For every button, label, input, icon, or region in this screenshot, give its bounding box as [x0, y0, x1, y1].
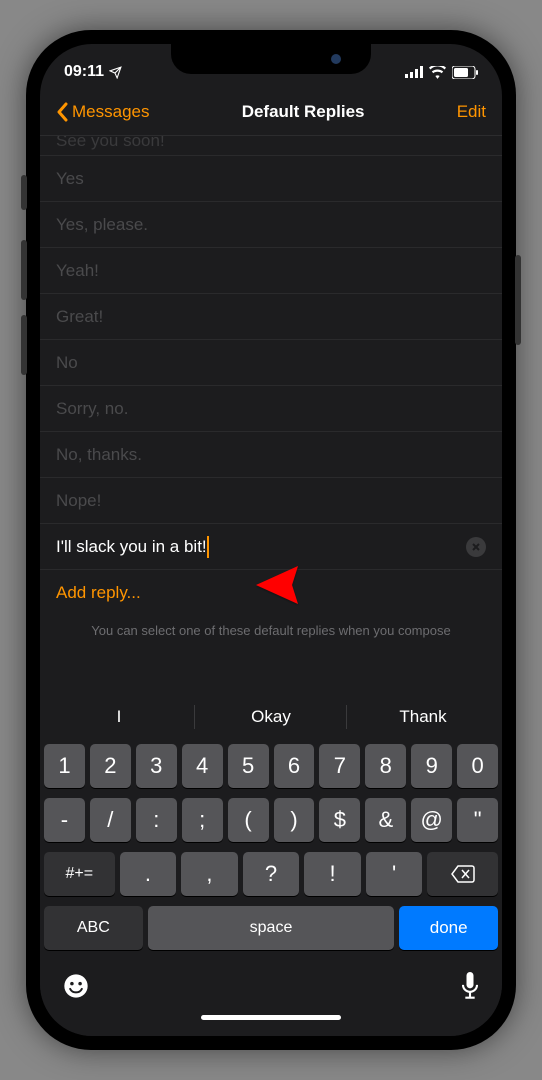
key-space[interactable]: space [148, 906, 395, 950]
key-row-2: - / : ; ( ) $ & @ " [44, 798, 498, 842]
key-at[interactable]: @ [411, 798, 452, 842]
key-dollar[interactable]: $ [319, 798, 360, 842]
key-colon[interactable]: : [136, 798, 177, 842]
footer-help-text: You can select one of these default repl… [40, 616, 502, 642]
battery-icon [452, 66, 478, 79]
volume-down [21, 315, 27, 375]
list-item[interactable]: No [40, 340, 502, 386]
edit-button[interactable]: Edit [457, 102, 486, 122]
key-symbols-shift[interactable]: #+= [44, 852, 115, 896]
key-quote[interactable]: " [457, 798, 498, 842]
suggestion-item[interactable]: Okay [195, 697, 347, 737]
emoji-button[interactable] [62, 972, 90, 1007]
close-icon [471, 542, 481, 552]
cellular-signal-icon [405, 66, 423, 78]
key-apostrophe[interactable]: ' [366, 852, 423, 896]
mute-switch [21, 175, 27, 210]
backspace-icon [451, 865, 475, 883]
list-item[interactable]: Yes, please. [40, 202, 502, 248]
back-button[interactable]: Messages [56, 102, 149, 122]
key-question[interactable]: ? [243, 852, 300, 896]
text-cursor [207, 536, 209, 558]
key-dash[interactable]: - [44, 798, 85, 842]
phone-frame: 09:11 Messages [26, 30, 516, 1050]
key-0[interactable]: 0 [457, 744, 498, 788]
replies-list: See you soon! Yes Yes, please. Yeah! Gre… [40, 136, 502, 642]
volume-up [21, 240, 27, 300]
reply-input: I'll slack you in a bit! [56, 536, 209, 558]
key-row-4: ABC space done [44, 906, 498, 950]
list-item[interactable]: See you soon! [40, 136, 502, 156]
clear-text-button[interactable] [466, 537, 486, 557]
key-rparen[interactable]: ) [274, 798, 315, 842]
page-title: Default Replies [242, 102, 365, 122]
list-item[interactable]: Yes [40, 156, 502, 202]
location-arrow-icon [109, 66, 122, 79]
mic-icon [460, 972, 480, 1000]
list-item[interactable]: Great! [40, 294, 502, 340]
back-label: Messages [72, 102, 149, 122]
key-delete[interactable] [427, 852, 498, 896]
keyboard: I Okay Thank 1 2 3 4 5 6 7 8 9 0 [40, 694, 502, 1036]
reply-input-row[interactable]: I'll slack you in a bit! [40, 524, 502, 570]
key-4[interactable]: 4 [182, 744, 223, 788]
add-reply-button[interactable]: Add reply... [40, 570, 502, 616]
emoji-icon [62, 972, 90, 1000]
list-item[interactable]: Yeah! [40, 248, 502, 294]
key-slash[interactable]: / [90, 798, 131, 842]
wifi-icon [429, 66, 446, 79]
key-3[interactable]: 3 [136, 744, 177, 788]
notch [171, 44, 371, 74]
key-comma[interactable]: , [181, 852, 238, 896]
list-item[interactable]: No, thanks. [40, 432, 502, 478]
list-item[interactable]: Nope! [40, 478, 502, 524]
key-done[interactable]: done [399, 906, 498, 950]
key-2[interactable]: 2 [90, 744, 131, 788]
key-row-3: #+= . , ? ! ' [44, 852, 498, 896]
power-button [515, 255, 521, 345]
key-exclaim[interactable]: ! [304, 852, 361, 896]
key-amp[interactable]: & [365, 798, 406, 842]
key-period[interactable]: . [120, 852, 177, 896]
nav-bar: Messages Default Replies Edit [40, 88, 502, 136]
key-9[interactable]: 9 [411, 744, 452, 788]
key-8[interactable]: 8 [365, 744, 406, 788]
clock-label: 09:11 [64, 63, 104, 81]
suggestion-item[interactable]: I [43, 697, 195, 737]
home-indicator[interactable] [201, 1015, 341, 1020]
key-7[interactable]: 7 [319, 744, 360, 788]
list-item[interactable]: Sorry, no. [40, 386, 502, 432]
key-5[interactable]: 5 [228, 744, 269, 788]
key-1[interactable]: 1 [44, 744, 85, 788]
chevron-left-icon [56, 102, 68, 122]
key-6[interactable]: 6 [274, 744, 315, 788]
key-abc[interactable]: ABC [44, 906, 143, 950]
key-semicolon[interactable]: ; [182, 798, 223, 842]
key-row-1: 1 2 3 4 5 6 7 8 9 0 [44, 744, 498, 788]
key-lparen[interactable]: ( [228, 798, 269, 842]
front-camera-icon [331, 54, 341, 64]
suggestion-item[interactable]: Thank [347, 697, 499, 737]
screen: 09:11 Messages [40, 44, 502, 1036]
dictation-button[interactable] [460, 972, 480, 1007]
suggestion-bar: I Okay Thank [40, 694, 502, 740]
